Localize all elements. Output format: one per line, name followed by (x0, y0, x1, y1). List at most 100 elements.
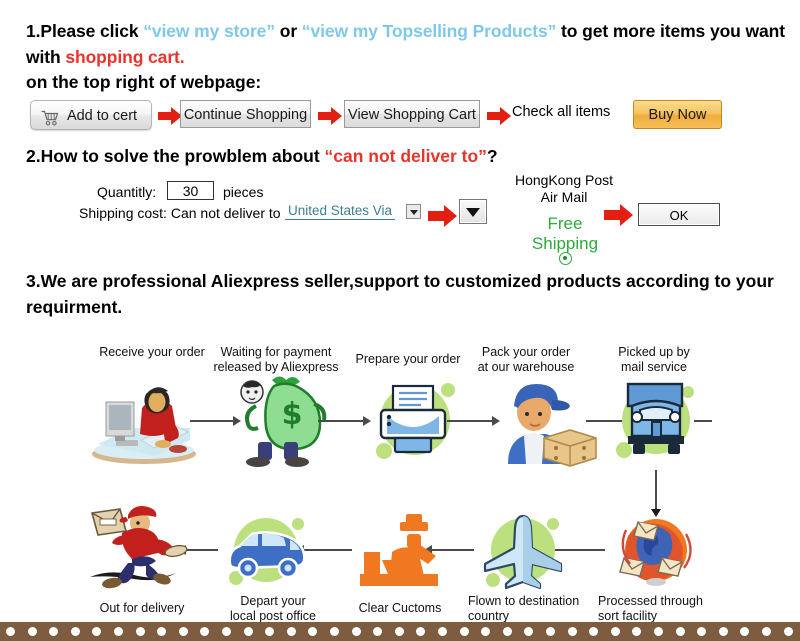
add-to-cart-label: Add to cert (66, 108, 138, 124)
bottom-bar-dot (286, 627, 296, 636)
section1-paragraph: 1.Please click “view my store” or “view … (26, 18, 786, 70)
bottom-bar-dot (675, 627, 685, 636)
view-shopping-cart-button[interactable]: View Shopping Cart (344, 100, 480, 128)
flow-label-line: Prepare your order (355, 352, 461, 366)
bottom-bar-dot (222, 627, 231, 636)
bottom-bar-dot (502, 627, 512, 636)
mail-truck-icon (606, 372, 706, 468)
add-to-cart-button[interactable]: Add to cert (30, 100, 152, 130)
section2-number: 2. (26, 146, 41, 166)
bottom-bar-dot (6, 627, 15, 636)
svg-text:$: $ (282, 397, 303, 432)
flow-label-prepare-order: Prepare your order (349, 352, 467, 367)
continue-shopping-button[interactable]: Continue Shopping (180, 100, 311, 128)
customs-officer-icon (358, 512, 442, 590)
flow-label-pack-order: Pack your order at our warehouse (470, 345, 582, 375)
free-shipping-line-1: Free (547, 214, 583, 233)
bottom-bar-dot (762, 627, 771, 636)
shipping-method-dropdown[interactable] (459, 199, 487, 224)
bottom-bar-dot (589, 627, 599, 636)
flow-label-line: Out for delivery (99, 601, 185, 615)
flow-label-out-for-delivery: Out for delivery (83, 601, 201, 616)
flow-label-clear-customs: Clear Cuctoms (344, 601, 456, 616)
bottom-bar-dot (718, 627, 728, 636)
section3-paragraph: 3.We are professional Aliexpress seller,… (26, 268, 786, 320)
shopping-cart-icon (41, 107, 59, 126)
bottom-bar-dot (114, 627, 123, 636)
money-bag-icon: $ (222, 370, 332, 470)
bottom-bar-dot (70, 627, 80, 636)
flow-label-line: Flown to destination (468, 594, 580, 608)
bottom-bar-dot (394, 627, 404, 636)
bottom-bar-dot (308, 627, 318, 636)
bottom-bar-dot (27, 627, 37, 636)
bottom-bar-dot (481, 627, 491, 636)
delivery-van-icon (218, 508, 314, 592)
cannot-deliver-highlight: “can not deliver to” (324, 146, 487, 166)
bottom-decorative-bar (0, 622, 800, 641)
carrier-line-1: HongKong Post (514, 172, 614, 188)
airplane-icon (477, 508, 569, 594)
bottom-bar-dot (200, 627, 210, 636)
bottom-bar-dot (697, 627, 707, 636)
free-shipping-radio[interactable] (559, 252, 572, 265)
radio-selected-dot-icon (562, 255, 567, 260)
bottom-bar-dot (157, 627, 167, 636)
view-shopping-cart-label: View Shopping Cart (348, 107, 476, 123)
warehouse-worker-icon (490, 372, 600, 468)
person-at-computer-icon (86, 378, 206, 468)
shipping-cost-label: Shipping cost: Can not deliver to (79, 205, 281, 221)
running-courier-icon (86, 505, 192, 591)
link-view-my-store[interactable]: “view my store” (143, 21, 275, 41)
bottom-bar-dot (546, 627, 555, 636)
flow-label-picked-up: Picked up by mail service (602, 345, 706, 375)
flow-connector-3 (447, 420, 493, 422)
flow-label-flown-destination: Flown to destination country (462, 594, 586, 624)
bottom-bar-dot (610, 627, 620, 636)
check-all-items-label: Check all items (512, 104, 611, 120)
section1-lead: Please click (40, 21, 144, 41)
section3-number: 3. (26, 271, 41, 291)
bottom-bar-dot (178, 627, 188, 636)
section2-title-a: How to solve the prowblem about (40, 146, 325, 166)
quantity-input[interactable]: 30 (167, 181, 214, 200)
shopping-cart-highlight: shopping cart (65, 47, 180, 67)
checkout-button-row: Add to cert Continue Shopping View Shopp… (0, 100, 800, 140)
bottom-bar-dot (438, 627, 447, 636)
bottom-bar-dot (783, 627, 793, 636)
flow-connector-vertical (655, 470, 657, 512)
bottom-bar-dot (524, 627, 534, 636)
free-shipping-line-2: Shipping (531, 234, 599, 253)
flow-label-line: Depart your (240, 594, 306, 608)
bottom-bar-dot (49, 627, 59, 636)
bottom-bar-dot (265, 627, 275, 636)
section1-mid: or (274, 21, 302, 41)
buy-now-label: Buy Now (648, 107, 707, 123)
section1-number: 1. (26, 21, 41, 41)
section2-title-b: ? (486, 146, 498, 166)
global-mail-icon (612, 512, 700, 590)
section2-title: 2.How to solve the prowblem about “can n… (26, 146, 498, 167)
bottom-bar-dot (92, 627, 102, 636)
ok-button[interactable]: OK (638, 203, 720, 226)
link-view-my-topselling-products[interactable]: “view my Topselling Products” (302, 21, 557, 41)
bottom-bar-dot (351, 627, 361, 636)
bottom-bar-dot (459, 627, 469, 636)
flow-label-line: Clear Cuctoms (358, 601, 442, 615)
section1-subtitle: on the top right of webpage: (26, 72, 262, 92)
flow-label-sort-facility: Processed through sort facility (592, 594, 716, 624)
country-select-value[interactable]: United States Via (285, 203, 395, 220)
section3-text: We are professional Aliexpress seller,su… (26, 271, 774, 317)
chevron-down-icon-large (466, 208, 480, 217)
buy-now-button[interactable]: Buy Now (633, 100, 722, 129)
country-dropdown-toggle[interactable] (406, 204, 421, 219)
continue-shopping-label: Continue Shopping (183, 107, 308, 123)
flow-label-depart-post-office: Depart your local post office (215, 594, 331, 624)
bottom-bar-dot (416, 627, 426, 636)
quantity-label: Quantitly: (97, 184, 157, 200)
bottom-bar-dot (330, 627, 339, 636)
bottom-bar-dot (567, 627, 577, 636)
flow-connector-stub-left (583, 549, 605, 551)
bottom-bar-dot (740, 627, 750, 636)
bottom-bar-dot (654, 627, 663, 636)
